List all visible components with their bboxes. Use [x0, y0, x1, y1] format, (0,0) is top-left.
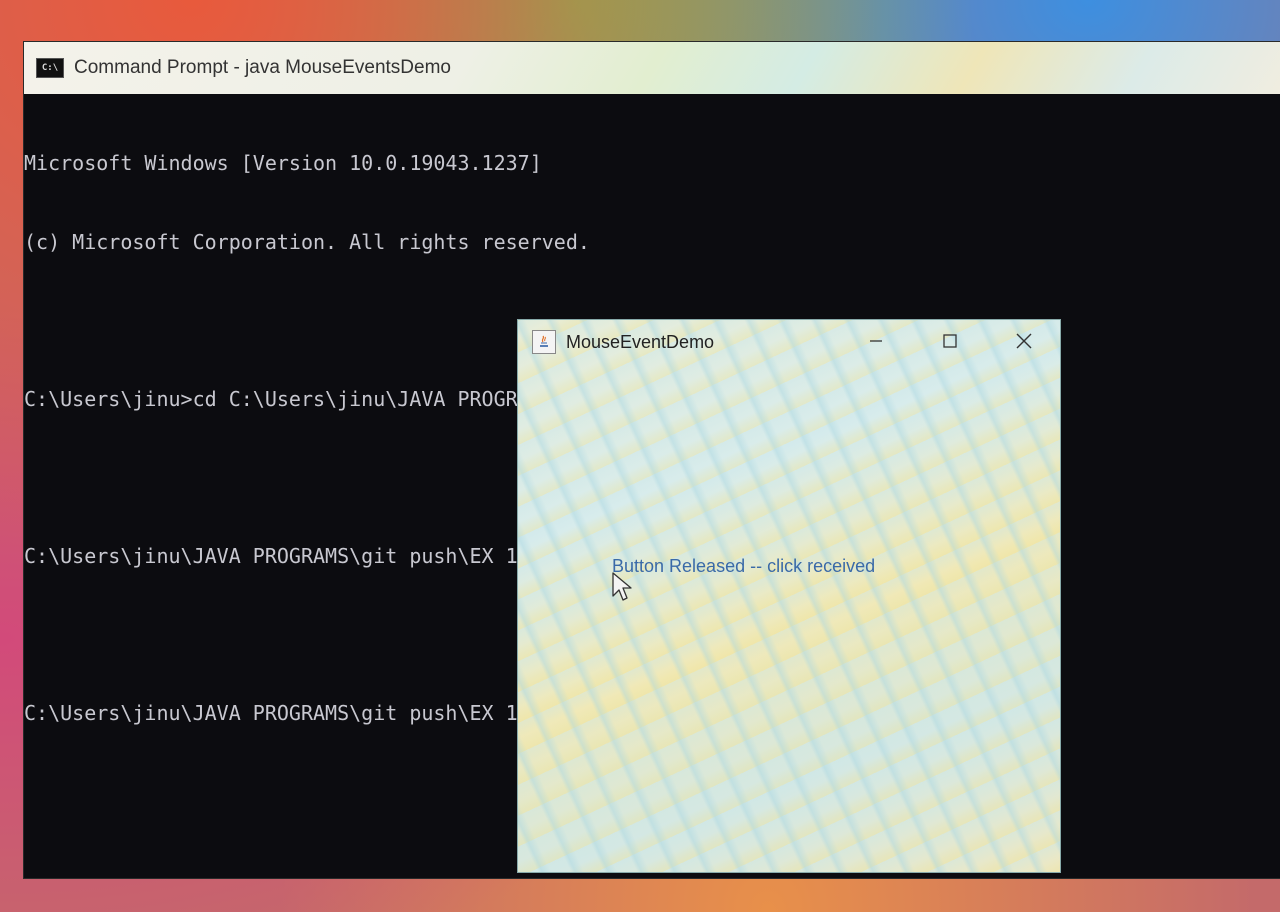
console-line: Microsoft Windows [Version 10.0.19043.12…	[24, 151, 542, 175]
command-prompt-titlebar[interactable]: C:\ Command Prompt - java MouseEventsDem…	[24, 42, 1280, 94]
mouse-event-demo-titlebar[interactable]: MouseEventDemo	[518, 320, 1060, 364]
minimize-icon	[870, 340, 882, 342]
java-icon	[532, 330, 556, 354]
cmd-icon: C:\	[36, 58, 64, 78]
event-status-label: Button Released -- click received	[612, 556, 876, 576]
close-button[interactable]	[1006, 328, 1042, 354]
mouse-event-demo-title: MouseEventDemo	[566, 331, 715, 352]
command-prompt-title: Command Prompt - java MouseEventsDemo	[74, 57, 451, 78]
cmd-icon-label: C:\	[41, 63, 59, 73]
mouse-event-demo-window[interactable]: MouseEventDemo Button Released -- click …	[518, 320, 1060, 872]
minimize-button[interactable]	[858, 328, 894, 354]
mouse-pointer-icon	[612, 572, 632, 601]
console-line: (c) Microsoft Corporation. All rights re…	[24, 229, 590, 254]
maximize-button[interactable]	[932, 328, 968, 354]
maximize-icon	[943, 334, 957, 348]
close-icon	[1016, 333, 1032, 349]
